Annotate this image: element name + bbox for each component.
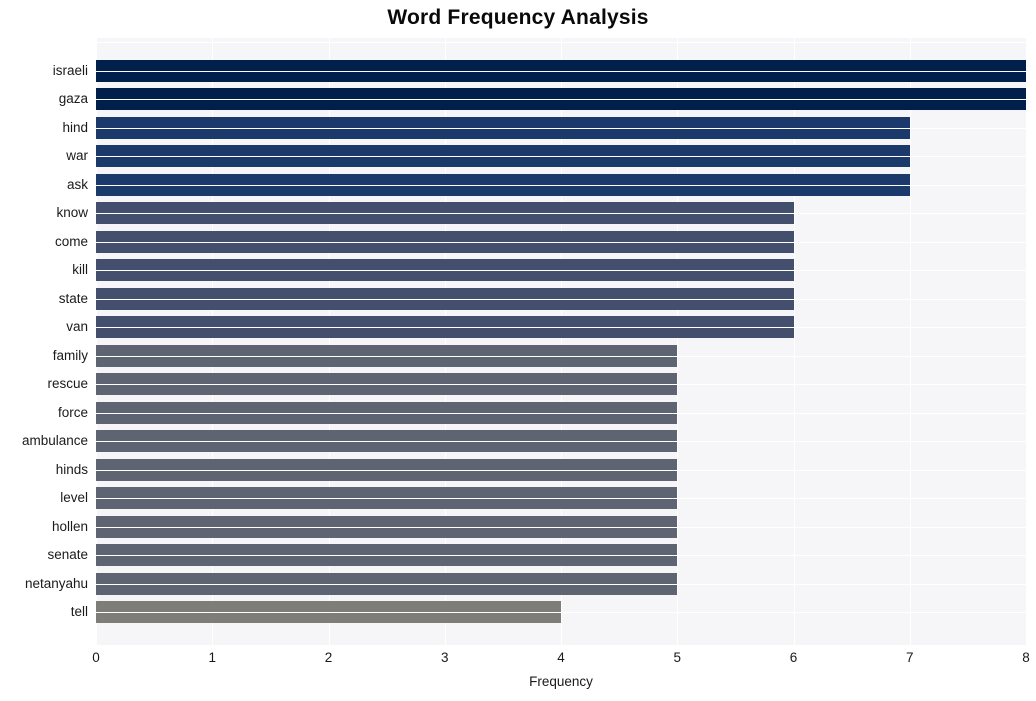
gridline-horizontal xyxy=(96,127,1026,129)
gridline-horizontal xyxy=(96,612,1026,614)
y-tick-label-tell: tell xyxy=(70,604,88,620)
gridline-horizontal xyxy=(96,298,1026,300)
gridline-horizontal xyxy=(96,241,1026,243)
plot-area xyxy=(96,38,1026,645)
gridline-horizontal xyxy=(96,555,1026,557)
gridline-horizontal xyxy=(96,213,1026,215)
gridline-vertical xyxy=(909,38,911,645)
gridline-horizontal xyxy=(96,99,1026,101)
x-axis-ticks: 0 1 2 3 4 5 6 7 8 xyxy=(0,650,1036,670)
y-tick-label-state: state xyxy=(58,290,88,306)
gridline-horizontal xyxy=(96,156,1026,158)
word-frequency-chart: Word Frequency Analysis israeli gaza hind w… xyxy=(0,0,1036,701)
y-tick-label-level: level xyxy=(60,490,88,506)
y-tick-label-senate: senate xyxy=(47,547,88,563)
y-tick-label-van: van xyxy=(66,319,88,335)
x-tick-label-4: 4 xyxy=(557,650,565,665)
x-tick-label-0: 0 xyxy=(92,650,100,665)
gridline-horizontal xyxy=(96,469,1026,471)
y-tick-label-netanyahu: netanyahu xyxy=(24,575,88,591)
chart-title: Word Frequency Analysis xyxy=(387,6,649,29)
x-tick-label-3: 3 xyxy=(440,650,449,665)
y-tick-label-rescue: rescue xyxy=(47,376,88,392)
y-tick-label-force: force xyxy=(57,404,88,420)
y-tick-label-war: war xyxy=(66,148,88,164)
y-tick-label-ambulance: ambulance xyxy=(21,433,88,449)
y-tick-label-family: family xyxy=(52,347,88,363)
gridline-horizontal xyxy=(96,42,1026,44)
gridline-horizontal xyxy=(96,70,1026,72)
x-tick-label-8: 8 xyxy=(1022,650,1030,665)
x-tick-label-1: 1 xyxy=(208,650,216,665)
y-tick-label-hind: hind xyxy=(62,119,88,135)
x-tick-label-7: 7 xyxy=(905,650,914,665)
gridline-horizontal xyxy=(96,384,1026,386)
gridline-horizontal xyxy=(96,327,1026,329)
y-tick-label-israeli: israeli xyxy=(52,62,88,78)
x-tick-label-5: 5 xyxy=(673,650,681,665)
gridline-horizontal xyxy=(96,355,1026,357)
gridline-horizontal xyxy=(96,498,1026,500)
x-tick-label-2: 2 xyxy=(324,650,333,665)
gridline-horizontal xyxy=(96,184,1026,186)
y-tick-label-come: come xyxy=(54,233,88,249)
gridline-horizontal xyxy=(96,526,1026,528)
y-tick-label-know: know xyxy=(56,205,88,221)
gridline-horizontal xyxy=(96,412,1026,414)
y-tick-label-gaza: gaza xyxy=(58,91,88,107)
x-tick-label-6: 6 xyxy=(789,650,798,665)
gridline-horizontal xyxy=(96,441,1026,443)
y-tick-label-kill: kill xyxy=(72,262,88,278)
gridline-horizontal xyxy=(96,270,1026,272)
gridline-horizontal xyxy=(96,583,1026,585)
y-axis-labels: israeli gaza hind war ask know come kill state va… xyxy=(0,38,88,645)
y-tick-label-hollen: hollen xyxy=(51,518,88,534)
y-tick-label-ask: ask xyxy=(66,176,88,192)
y-tick-label-hinds: hinds xyxy=(55,461,88,477)
x-axis-label: Frequency xyxy=(529,674,593,689)
